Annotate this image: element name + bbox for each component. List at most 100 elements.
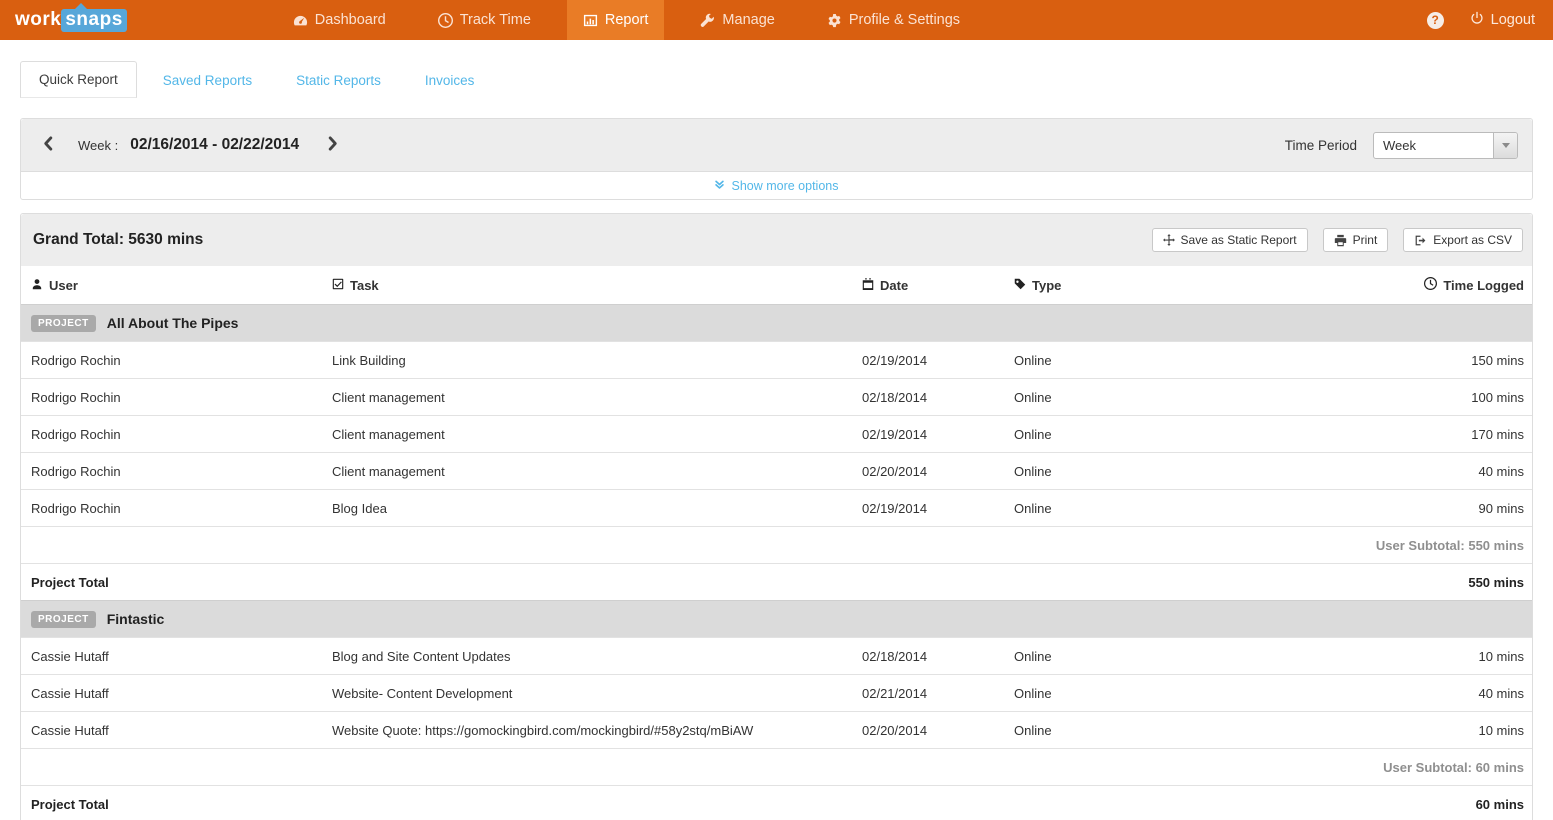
project-total-row: Project Total 550 mins xyxy=(21,563,1532,600)
export-csv-button[interactable]: Export as CSV xyxy=(1403,228,1523,252)
table-row: Rodrigo Rochin Link Building 02/19/2014 … xyxy=(21,341,1532,378)
cell-time: 100 mins xyxy=(1324,390,1524,405)
nav-item-manage[interactable]: Manage xyxy=(684,0,790,40)
export-icon xyxy=(1414,234,1427,247)
cell-user: Cassie Hutaff xyxy=(31,723,332,738)
cell-date: 02/19/2014 xyxy=(862,501,1014,516)
print-label: Print xyxy=(1353,233,1378,247)
time-period-label: Time Period xyxy=(1285,138,1357,153)
logout-label: Logout xyxy=(1491,12,1535,28)
main-nav: Dashboard Track Time Report Manage Profi… xyxy=(267,0,986,40)
project-rows: Cassie Hutaff Blog and Site Content Upda… xyxy=(21,637,1532,748)
cell-task: Blog and Site Content Updates xyxy=(332,649,862,664)
grand-total: Grand Total: 5630 mins xyxy=(33,231,203,249)
table-header-row: User Task Date Type Time Logged xyxy=(21,266,1532,304)
table-row: Cassie Hutaff Website Quote: https://gom… xyxy=(21,711,1532,748)
move-icon xyxy=(1163,234,1175,246)
user-subtotal: User Subtotal: 60 mins xyxy=(1383,760,1524,775)
table-row: Rodrigo Rochin Client management 02/20/2… xyxy=(21,452,1532,489)
cell-time: 10 mins xyxy=(1324,723,1524,738)
cell-type: Online xyxy=(1014,353,1324,368)
cell-type: Online xyxy=(1014,649,1324,664)
project-rows: Rodrigo Rochin Link Building 02/19/2014 … xyxy=(21,341,1532,526)
cell-date: 02/21/2014 xyxy=(862,686,1014,701)
week-selector: Week : 02/16/2014 - 02/22/2014 Time Peri… xyxy=(21,119,1532,171)
project-name: Fintastic xyxy=(107,611,165,627)
tab-invoices[interactable]: Invoices xyxy=(407,63,493,98)
tab-saved-reports[interactable]: Saved Reports xyxy=(145,63,270,98)
nav-item-track-time[interactable]: Track Time xyxy=(422,0,547,40)
cell-type: Online xyxy=(1014,390,1324,405)
cell-type: Online xyxy=(1014,723,1324,738)
project-header-row: PROJECT All About The Pipes xyxy=(21,304,1532,341)
user-subtotal-row: User Subtotal: 60 mins xyxy=(21,748,1532,785)
cell-date: 02/20/2014 xyxy=(862,723,1014,738)
wrench-icon xyxy=(700,13,715,28)
cell-type: Online xyxy=(1014,464,1324,479)
nav-item-label: Manage xyxy=(722,12,774,28)
filter-options-bar: Show more options xyxy=(21,171,1532,199)
clock-icon xyxy=(1424,277,1437,293)
cell-time: 170 mins xyxy=(1324,427,1524,442)
nav-item-profile-settings[interactable]: Profile & Settings xyxy=(811,0,976,40)
cell-type: Online xyxy=(1014,501,1324,516)
project-name: All About The Pipes xyxy=(107,315,239,331)
chevron-right-icon xyxy=(325,135,340,155)
double-chevron-down-icon xyxy=(714,179,725,193)
project-total-row: Project Total 60 mins xyxy=(21,785,1532,820)
report-actions: Save as Static Report Print Export as CS… xyxy=(1152,228,1523,252)
cell-user: Rodrigo Rochin xyxy=(31,353,332,368)
project-badge: PROJECT xyxy=(31,611,96,628)
check-square-icon xyxy=(332,278,344,293)
tab-static-reports[interactable]: Static Reports xyxy=(278,63,399,98)
cell-task: Client management xyxy=(332,427,862,442)
cell-date: 02/20/2014 xyxy=(862,464,1014,479)
nav-item-dashboard[interactable]: Dashboard xyxy=(277,0,402,40)
project-total-value: 550 mins xyxy=(1468,575,1524,590)
print-button[interactable]: Print xyxy=(1323,228,1389,252)
gear-icon xyxy=(827,13,842,28)
save-static-report-button[interactable]: Save as Static Report xyxy=(1152,228,1308,252)
table-row: Rodrigo Rochin Blog Idea 02/19/2014 Onli… xyxy=(21,489,1532,526)
nav-item-label: Dashboard xyxy=(315,12,386,28)
cell-user: Rodrigo Rochin xyxy=(31,390,332,405)
user-icon xyxy=(31,278,43,293)
worksnaps-logo[interactable]: worksnaps xyxy=(0,0,142,40)
week-label: Week : xyxy=(78,138,118,153)
chevron-down-icon xyxy=(1502,143,1510,152)
table-row: Cassie Hutaff Website- Content Developme… xyxy=(21,674,1532,711)
table-row: Cassie Hutaff Blog and Site Content Upda… xyxy=(21,637,1532,674)
help-icon[interactable]: ? xyxy=(1427,12,1444,29)
project-total-label: Project Total xyxy=(31,797,109,812)
cell-user: Rodrigo Rochin xyxy=(31,501,332,516)
export-csv-label: Export as CSV xyxy=(1433,233,1512,247)
cell-date: 02/19/2014 xyxy=(862,353,1014,368)
tab-quick-report[interactable]: Quick Report xyxy=(20,61,137,98)
logo-text-work: work xyxy=(15,9,61,31)
project-total-label: Project Total xyxy=(31,575,109,590)
nav-item-report[interactable]: Report xyxy=(567,0,665,40)
project-section: PROJECT Fintastic Cassie Hutaff Blog and… xyxy=(21,600,1532,820)
column-header-time-logged: Time Logged xyxy=(1324,277,1524,293)
next-week-button[interactable] xyxy=(323,133,342,157)
week-range: 02/16/2014 - 02/22/2014 xyxy=(130,136,299,154)
prev-week-button[interactable] xyxy=(39,133,58,157)
show-more-label: Show more options xyxy=(731,179,838,193)
logout-button[interactable]: Logout xyxy=(1470,11,1535,29)
calendar-icon xyxy=(862,278,874,293)
cell-task: Client management xyxy=(332,390,862,405)
bar-chart-icon xyxy=(583,13,598,28)
logo-text-snaps: snaps xyxy=(61,9,126,32)
time-period-select[interactable]: Week xyxy=(1373,132,1518,159)
filter-panel: Week : 02/16/2014 - 02/22/2014 Time Peri… xyxy=(20,118,1533,200)
top-navbar: worksnaps Dashboard Track Time Report Ma… xyxy=(0,0,1553,40)
show-more-options-link[interactable]: Show more options xyxy=(714,179,838,193)
cell-date: 02/19/2014 xyxy=(862,427,1014,442)
printer-icon xyxy=(1334,234,1347,247)
cell-task: Website Quote: https://gomockingbird.com… xyxy=(332,723,862,738)
cell-user: Rodrigo Rochin xyxy=(31,427,332,442)
select-arrow-button[interactable] xyxy=(1493,133,1517,158)
table-row: Rodrigo Rochin Client management 02/18/2… xyxy=(21,378,1532,415)
cell-task: Link Building xyxy=(332,353,862,368)
tag-icon xyxy=(1014,278,1026,293)
